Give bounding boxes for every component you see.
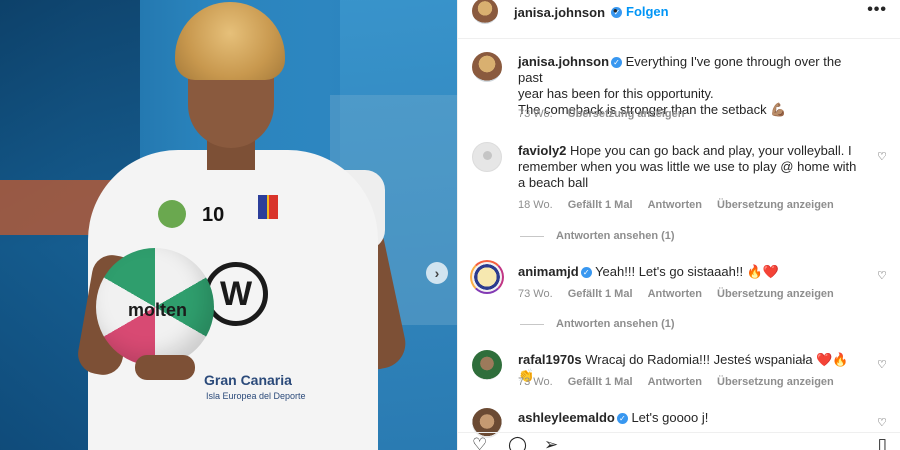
comment-body: favioly2 Hope you can go back and play, …: [518, 143, 863, 191]
comment-body: ashleyleemaldo ✓ Let's goooo j!: [518, 410, 863, 426]
translate-button[interactable]: Übersetzung anzeigen: [717, 199, 834, 211]
like-comment-icon[interactable]: ♡: [877, 151, 889, 163]
more-options-icon[interactable]: •••: [867, 1, 887, 19]
header-divider: [458, 38, 900, 39]
replies-line: [520, 235, 544, 237]
jersey-flag-logo: [258, 195, 278, 219]
translate-button[interactable]: Übersetzung anzeigen: [717, 376, 834, 388]
save-icon[interactable]: ▯: [878, 436, 887, 450]
share-icon[interactable]: ➢: [544, 436, 558, 450]
comment-likes[interactable]: Gefällt 1 Mal: [568, 376, 633, 388]
caption-username[interactable]: janisa.johnson: [518, 54, 609, 69]
comment-meta: 73 Wo. Gefällt 1 Mal Antworten Übersetzu…: [518, 376, 846, 388]
comment-text: Yeah!!! Let's go sistaaah!! 🔥❤️: [595, 264, 780, 279]
comment-time[interactable]: 73 Wo.: [518, 376, 553, 388]
avatar[interactable]: [472, 0, 498, 24]
comment-username[interactable]: ashleyleemaldo: [518, 410, 615, 425]
reply-button[interactable]: Antworten: [648, 288, 702, 300]
comment-username[interactable]: favioly2: [518, 143, 566, 158]
post-action-bar: ♡ ◯ ➢ ▯: [458, 432, 900, 450]
athlete-hair: [175, 2, 285, 80]
comment-username[interactable]: rafal1970s: [518, 352, 582, 367]
jersey-sponsor-text: Gran Canaria: [204, 372, 292, 388]
view-replies-label: Antworten ansehen (1): [556, 318, 675, 330]
avatar[interactable]: [470, 260, 504, 294]
view-replies-label: Antworten ansehen (1): [556, 230, 675, 242]
replies-line: [520, 323, 544, 325]
comment-likes[interactable]: Gefällt 1 Mal: [568, 288, 633, 300]
verified-badge-icon: ✓: [611, 57, 623, 69]
jersey-sponsor-badge: [158, 200, 186, 228]
comment-time[interactable]: 73 Wo.: [518, 288, 553, 300]
avatar[interactable]: [472, 350, 502, 380]
athlete-hand: [135, 355, 195, 380]
comment-icon[interactable]: ◯: [508, 436, 527, 450]
caption-meta: 73 Wo. Übersetzung anzeigen: [518, 108, 696, 120]
like-comment-icon[interactable]: ♡: [877, 417, 889, 429]
reply-button[interactable]: Antworten: [648, 199, 702, 211]
post-side-panel: janisa.johnson ✓ • Folgen ••• janisa.joh…: [457, 0, 900, 450]
comment-meta: 18 Wo. Gefällt 1 Mal Antworten Übersetzu…: [518, 199, 846, 211]
follow-button[interactable]: Folgen: [626, 4, 669, 19]
author-username[interactable]: janisa.johnson: [514, 5, 605, 20]
post-author[interactable]: janisa.johnson ✓: [514, 4, 623, 22]
comment-meta: 73 Wo. Gefällt 1 Mal Antworten Übersetzu…: [518, 288, 846, 300]
comment-time[interactable]: 18 Wo.: [518, 199, 553, 211]
caption-time[interactable]: 73 Wo.: [518, 108, 553, 120]
reply-button[interactable]: Antworten: [648, 376, 702, 388]
translate-button[interactable]: Übersetzung anzeigen: [717, 288, 834, 300]
jersey-sponsor-subtext: Isla Europea del Deporte: [206, 391, 306, 401]
comment-text: Let's goooo j!: [631, 410, 709, 425]
avatar[interactable]: [472, 142, 502, 172]
comment-username[interactable]: animamjd: [518, 264, 579, 279]
like-comment-icon[interactable]: ♡: [877, 359, 889, 371]
comment-text: Hope you can go back and play, your voll…: [518, 143, 857, 190]
jersey-number: 10: [202, 204, 225, 226]
avatar[interactable]: [472, 52, 502, 82]
comment-likes[interactable]: Gefällt 1 Mal: [568, 199, 633, 211]
post-header: janisa.johnson ✓ • Folgen •••: [458, 0, 900, 24]
verified-badge-icon: ✓: [616, 413, 628, 425]
post-media[interactable]: 10 Gran Canaria Isla Europea del Deporte…: [0, 0, 457, 450]
next-media-button[interactable]: ›: [426, 262, 448, 284]
comment-body: animamjd ✓ Yeah!!! Let's go sistaaah!! 🔥❤…: [518, 264, 863, 280]
vw-logo: [204, 262, 268, 326]
ball-brand: molten: [128, 300, 188, 320]
like-comment-icon[interactable]: ♡: [877, 270, 889, 282]
translate-button[interactable]: Übersetzung anzeigen: [568, 108, 685, 120]
header-separator: •: [613, 3, 618, 18]
caption-line-2: year has been for this opportunity.: [518, 86, 714, 101]
like-post-icon[interactable]: ♡: [472, 436, 487, 450]
view-replies-button[interactable]: Antworten ansehen (1): [520, 230, 675, 242]
view-replies-button[interactable]: Antworten ansehen (1): [520, 318, 675, 330]
verified-badge-icon: ✓: [580, 267, 592, 279]
